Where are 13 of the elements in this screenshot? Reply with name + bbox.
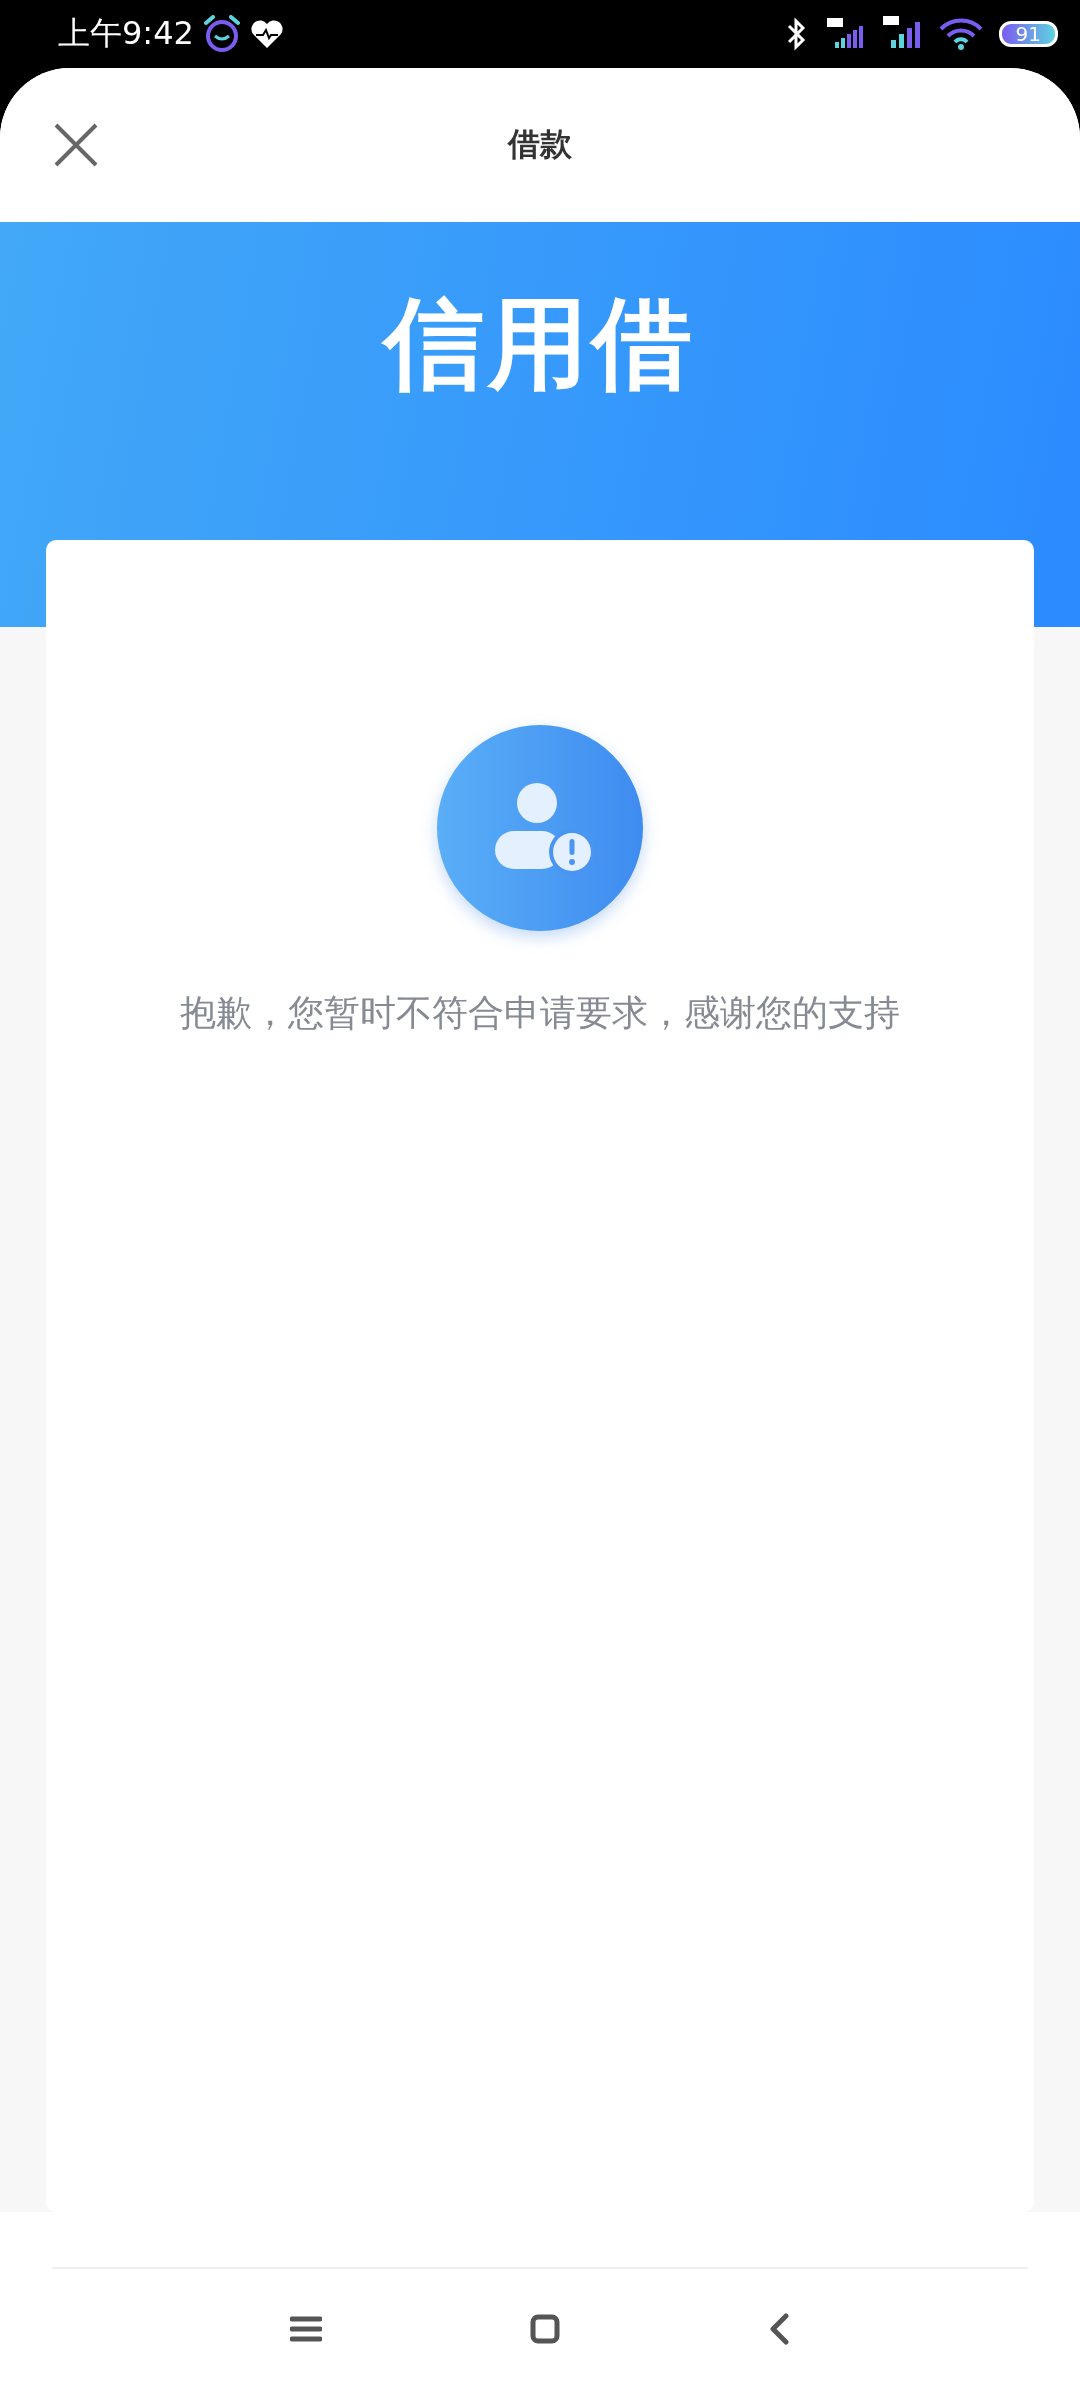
alarm-clock-icon bbox=[203, 15, 240, 53]
back-icon[interactable] bbox=[768, 2313, 790, 2345]
menu-icon[interactable] bbox=[290, 2316, 322, 2342]
close-button[interactable] bbox=[54, 123, 98, 167]
result-message: 抱歉，您暂时不符合申请要求，感谢您的支持 bbox=[180, 991, 900, 1035]
close-icon bbox=[54, 123, 98, 167]
user-alert-icon bbox=[437, 725, 643, 931]
battery-level: 91 bbox=[998, 21, 1058, 47]
page-title: 借款 bbox=[508, 124, 572, 165]
home-icon[interactable] bbox=[530, 2314, 560, 2344]
heart-icon bbox=[249, 19, 284, 49]
wifi-icon bbox=[938, 17, 983, 51]
status-time: 上午9:42 bbox=[58, 13, 194, 54]
